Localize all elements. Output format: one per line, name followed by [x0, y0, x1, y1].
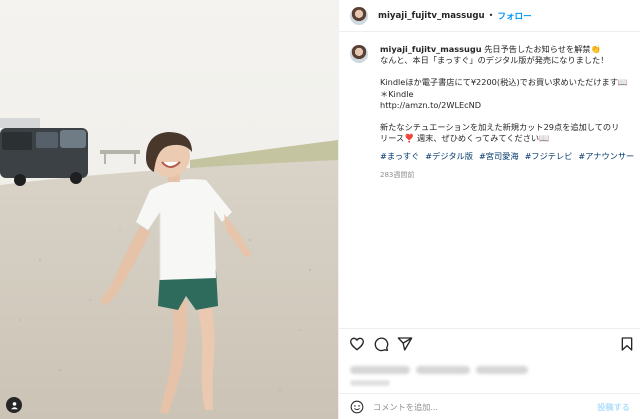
separator-dot: • — [488, 11, 494, 20]
post-panel: miyaji_fujitv_massugu • フォロー miyaji_fuji… — [338, 0, 640, 419]
hashtag-list: #まっすぐ #デジタル版 #宮司愛海 #フジテレビ #アナウンサー — [380, 151, 638, 162]
caption-username[interactable]: miyaji_fujitv_massugu — [380, 44, 482, 54]
action-bar — [339, 328, 640, 358]
hashtag[interactable]: #アナウンサー — [578, 151, 634, 161]
caption-text: miyaji_fujitv_massugu 先日予告したお知らせを解禁👏 なんと… — [380, 44, 638, 181]
comment-bar: コメントを追加... 投稿する — [339, 393, 640, 419]
hashtag[interactable]: #デジタル版 — [425, 151, 473, 161]
post-time[interactable]: 283週間前 — [380, 170, 638, 181]
send-icon[interactable] — [397, 336, 413, 352]
caption-avatar[interactable] — [350, 45, 368, 63]
avatar[interactable] — [350, 6, 368, 25]
caption-line: 新たなシチュエーションを加えた新規カット29点を追加してのリ — [380, 122, 620, 133]
follow-button[interactable]: フォロー — [497, 10, 531, 22]
comment-input[interactable]: コメントを追加... — [373, 401, 597, 413]
caption-line: リース❣️ 週末、ぜひめくってみてください📖 — [380, 133, 550, 144]
photo-illustration — [0, 0, 338, 419]
emoji-icon[interactable] — [350, 400, 364, 414]
heart-icon[interactable] — [349, 336, 365, 352]
post-photo[interactable] — [0, 0, 338, 419]
hashtag[interactable]: #まっすぐ — [380, 151, 419, 161]
post-date-blurred — [350, 380, 390, 386]
caption-line: Kindleほか電子書店にて¥2200(税込)でお買い求めいただけます📖 — [380, 77, 629, 88]
likes-text-blurred — [350, 366, 530, 375]
post-comment-button[interactable]: 投稿する — [597, 401, 630, 413]
bookmark-icon[interactable] — [619, 336, 635, 352]
caption-link[interactable]: http://amzn.to/2WLEcND — [380, 100, 638, 111]
user-tag-icon[interactable] — [6, 397, 22, 413]
comment-icon[interactable] — [373, 336, 389, 352]
post-header: miyaji_fujitv_massugu • フォロー — [339, 0, 640, 32]
caption-line: 先日予告したお知らせを解禁👏 — [484, 44, 601, 54]
hashtag[interactable]: #フジテレビ — [525, 151, 573, 161]
header-username[interactable]: miyaji_fujitv_massugu — [378, 11, 485, 21]
caption-area: miyaji_fujitv_massugu 先日予告したお知らせを解禁👏 なんと… — [350, 44, 638, 181]
caption-line: なんと、本日「まっすぐ」のデジタル版が発売になりました！ — [380, 55, 609, 66]
caption-line: ＊Kindle — [380, 88, 414, 99]
hashtag[interactable]: #宮司愛海 — [479, 151, 519, 161]
